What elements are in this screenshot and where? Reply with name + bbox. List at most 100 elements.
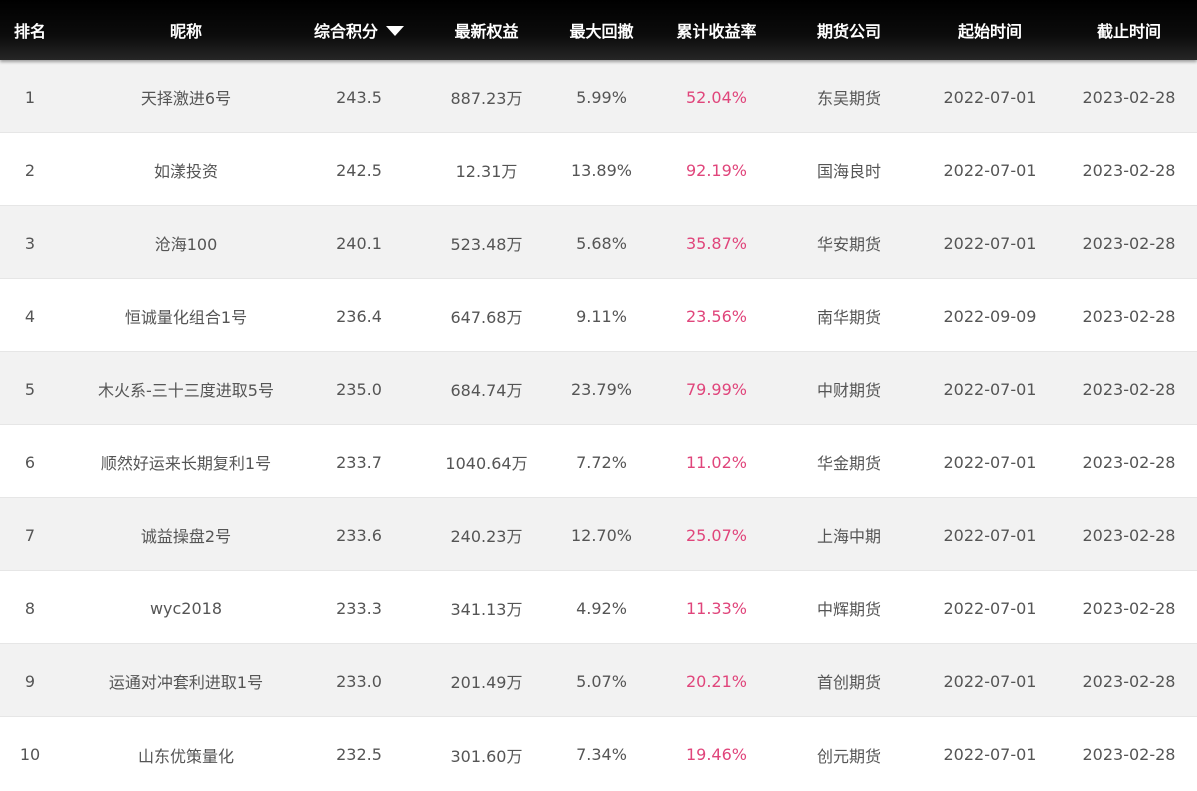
company-cell: 首创期货 [816, 673, 881, 692]
table-row[interactable]: 7 诚益操盘2号 233.6 240.23万 12.70% 25.07% 上海中… [0, 498, 1197, 571]
table-row[interactable]: 10 山东优策量化 232.5 301.60万 7.34% 19.46% 创元期… [0, 717, 1197, 790]
return-cell: 35.87% [685, 233, 747, 253]
name-cell[interactable]: wyc2018 [78, 597, 294, 618]
return-cell: 20.21% [685, 671, 747, 691]
company-cell: 国海良时 [816, 162, 881, 181]
header-end-date[interactable]: 截止时间 [1061, 0, 1197, 60]
name-cell[interactable]: 恒诚量化组合1号 [78, 302, 294, 328]
score-cell: 233.0 [336, 671, 382, 691]
company-cell: 中财期货 [816, 381, 881, 400]
table-row[interactable]: 3 沧海100 240.1 523.48万 5.68% 35.87% 华安期货 … [0, 206, 1197, 279]
table-row[interactable]: 5 木火系-三十三度进取5号 235.0 684.74万 23.79% 79.9… [0, 352, 1197, 425]
drawdown-cell: 12.70% [570, 525, 632, 545]
name-cell[interactable]: 顺然好运来长期复利1号 [78, 448, 294, 474]
equity-cell: 240.23万 [450, 527, 523, 546]
drawdown-cell: 7.72% [576, 452, 627, 472]
start-date-cell: 2022-07-01 [943, 452, 1037, 472]
score-cell: 233.3 [336, 598, 382, 618]
drawdown-cell: 23.79% [570, 379, 632, 399]
rank-cell: 4 [24, 306, 36, 326]
drawdown-cell: 5.68% [576, 233, 627, 253]
triangle-down-icon[interactable] [386, 25, 404, 36]
header-drawdown[interactable]: 最大回撤 [549, 0, 654, 60]
return-cell: 23.56% [685, 306, 747, 326]
name-link[interactable]: 如漾投资 [78, 158, 294, 182]
rank-cell: 7 [24, 525, 36, 545]
end-date-cell: 2023-02-28 [1082, 671, 1176, 691]
name-cell[interactable]: 沧海100 [78, 229, 294, 255]
company-cell: 中辉期货 [816, 600, 881, 619]
name-cell[interactable]: 山东优策量化 [78, 741, 294, 767]
header-start-date[interactable]: 起始时间 [919, 0, 1061, 60]
return-cell: 11.02% [685, 452, 747, 472]
score-cell: 236.4 [336, 306, 382, 326]
company-cell: 华安期货 [816, 235, 881, 254]
score-cell: 242.5 [336, 160, 382, 180]
name-cell[interactable]: 诚益操盘2号 [78, 521, 294, 547]
name-link[interactable]: 山东优策量化 [78, 743, 294, 767]
table-row[interactable]: 1 天择激进6号 243.5 887.23万 5.99% 52.04% 东吴期货… [0, 60, 1197, 133]
name-cell[interactable]: 天择激进6号 [78, 83, 294, 109]
header-score-label[interactable]: 综合积分 [314, 18, 378, 42]
table-row[interactable]: 9 运通对冲套利进取1号 233.0 201.49万 5.07% 20.21% … [0, 644, 1197, 717]
score-cell: 240.1 [336, 233, 382, 253]
end-date-cell: 2023-02-28 [1082, 379, 1176, 399]
return-cell: 19.46% [685, 745, 747, 764]
end-date-cell: 2023-02-28 [1082, 745, 1176, 764]
name-link[interactable]: 顺然好运来长期复利1号 [78, 450, 294, 474]
drawdown-cell: 13.89% [570, 160, 632, 180]
rank-cell: 10 [19, 745, 41, 764]
drawdown-cell: 9.11% [576, 306, 627, 326]
name-link[interactable]: 诚益操盘2号 [78, 523, 294, 547]
equity-cell: 201.49万 [450, 673, 523, 692]
start-date-cell: 2022-07-01 [943, 598, 1037, 618]
end-date-cell: 2023-02-28 [1082, 306, 1176, 326]
drawdown-cell: 5.99% [576, 87, 627, 107]
table-row[interactable]: 6 顺然好运来长期复利1号 233.7 1040.64万 7.72% 11.02… [0, 425, 1197, 498]
end-date-cell: 2023-02-28 [1082, 160, 1176, 180]
equity-cell: 887.23万 [450, 89, 523, 108]
table-row[interactable]: 4 恒诚量化组合1号 236.4 647.68万 9.11% 23.56% 南华… [0, 279, 1197, 352]
name-link[interactable]: 木火系-三十三度进取5号 [78, 377, 294, 401]
header-return[interactable]: 累计收益率 [654, 0, 779, 60]
end-date-cell: 2023-02-28 [1082, 233, 1176, 253]
name-cell[interactable]: 如漾投资 [78, 156, 294, 182]
end-date-cell: 2023-02-28 [1082, 598, 1176, 618]
table-row[interactable]: 2 如漾投资 242.5 12.31万 13.89% 92.19% 国海良时 2… [0, 133, 1197, 206]
return-cell: 11.33% [685, 598, 747, 618]
name-link[interactable]: 天择激进6号 [78, 85, 294, 109]
return-cell: 52.04% [685, 87, 747, 107]
name-cell[interactable]: 木火系-三十三度进取5号 [78, 375, 294, 401]
name-link[interactable]: 运通对冲套利进取1号 [78, 669, 294, 693]
equity-cell: 647.68万 [450, 308, 523, 327]
header-equity[interactable]: 最新权益 [424, 0, 549, 60]
start-date-cell: 2022-07-01 [943, 525, 1037, 545]
ranking-table: 排名 昵称 综合积分 最新权益 最大回撤 累计收益率 期货公司 起始时间 截止时… [0, 0, 1197, 790]
name-cell[interactable]: 运通对冲套利进取1号 [78, 667, 294, 693]
header-name[interactable]: 昵称 [78, 0, 294, 60]
rank-cell: 5 [24, 379, 36, 399]
rank-cell: 1 [24, 87, 36, 107]
header-rank[interactable]: 排名 [0, 0, 60, 60]
start-date-cell: 2022-07-01 [943, 87, 1037, 107]
return-cell: 92.19% [685, 160, 747, 180]
name-link[interactable]: 恒诚量化组合1号 [78, 304, 294, 328]
equity-cell: 341.13万 [450, 600, 523, 619]
end-date-cell: 2023-02-28 [1082, 525, 1176, 545]
header-company[interactable]: 期货公司 [779, 0, 919, 60]
drawdown-cell: 4.92% [576, 598, 627, 618]
name-link[interactable]: wyc2018 [78, 599, 294, 618]
end-date-cell: 2023-02-28 [1082, 452, 1176, 472]
score-cell: 235.0 [336, 379, 382, 399]
equity-cell: 684.74万 [450, 381, 523, 400]
start-date-cell: 2022-09-09 [943, 306, 1037, 326]
company-cell: 东吴期货 [816, 89, 881, 108]
header-score[interactable]: 综合积分 [294, 0, 424, 60]
drawdown-cell: 7.34% [576, 745, 627, 764]
equity-cell: 1040.64万 [445, 454, 528, 473]
company-cell: 华金期货 [816, 454, 881, 473]
name-link[interactable]: 沧海100 [78, 231, 294, 255]
table-row[interactable]: 8 wyc2018 233.3 341.13万 4.92% 11.33% 中辉期… [0, 571, 1197, 644]
rank-cell: 8 [24, 598, 36, 618]
start-date-cell: 2022-07-01 [943, 233, 1037, 253]
